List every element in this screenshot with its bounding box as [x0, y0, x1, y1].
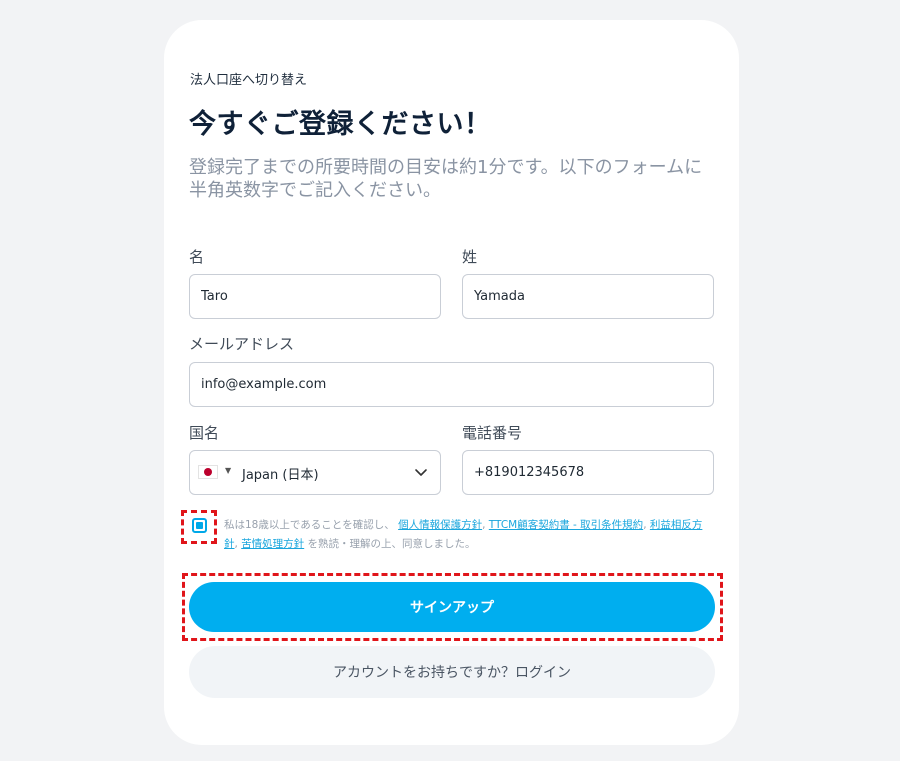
- country-label: 国名: [189, 424, 220, 442]
- first-name-input[interactable]: [189, 274, 441, 319]
- last-name-label: 姓: [462, 248, 478, 266]
- consent-separator-2: ,: [643, 519, 650, 531]
- customer-agreement-link[interactable]: TTCM顧客契約書 - 取引条件規約: [489, 519, 643, 531]
- japan-flag-icon: [198, 465, 218, 479]
- corporate-account-switch-link[interactable]: 法人口座へ切り替え: [190, 69, 307, 88]
- email-input[interactable]: [189, 362, 714, 407]
- consent-checkbox[interactable]: [192, 518, 207, 533]
- complaints-policy-link[interactable]: 苦情処理方針: [241, 538, 304, 550]
- consent-text: 私は18歳以上であることを確認し、 個人情報保護方針, TTCM顧客契約書 - …: [224, 516, 704, 554]
- first-name-label: 名: [189, 248, 205, 266]
- consent-text-after: を熟読・理解の上、同意しました。: [304, 538, 476, 550]
- login-button[interactable]: アカウントをお持ちですか？ログイン: [189, 646, 715, 698]
- last-name-input[interactable]: [462, 274, 714, 319]
- phone-label: 電話番号: [462, 424, 523, 442]
- country-select[interactable]: ▼ Japan (日本): [189, 450, 441, 495]
- country-select-value: Japan (日本): [242, 468, 319, 483]
- page-title: 今すぐご登録ください！: [189, 109, 492, 140]
- consent-separator-1: ,: [482, 519, 489, 531]
- privacy-policy-link[interactable]: 個人情報保護方針: [398, 519, 482, 531]
- page-subtitle: 登録完了までの所要時間の目安は約1分です。以下のフォームに半角英数字でご記入くだ…: [189, 157, 703, 201]
- consent-text-before: 私は18歳以上であることを確認し、: [224, 519, 395, 531]
- chevron-down-icon: [415, 469, 427, 476]
- signup-card: 法人口座へ切り替え 今すぐご登録ください！ 登録完了までの所要時間の目安は約1分…: [164, 20, 739, 745]
- signup-button[interactable]: サインアップ: [189, 582, 715, 632]
- phone-input[interactable]: [462, 450, 714, 495]
- email-label: メールアドレス: [189, 335, 295, 353]
- flag-caret-icon: ▼: [225, 466, 232, 475]
